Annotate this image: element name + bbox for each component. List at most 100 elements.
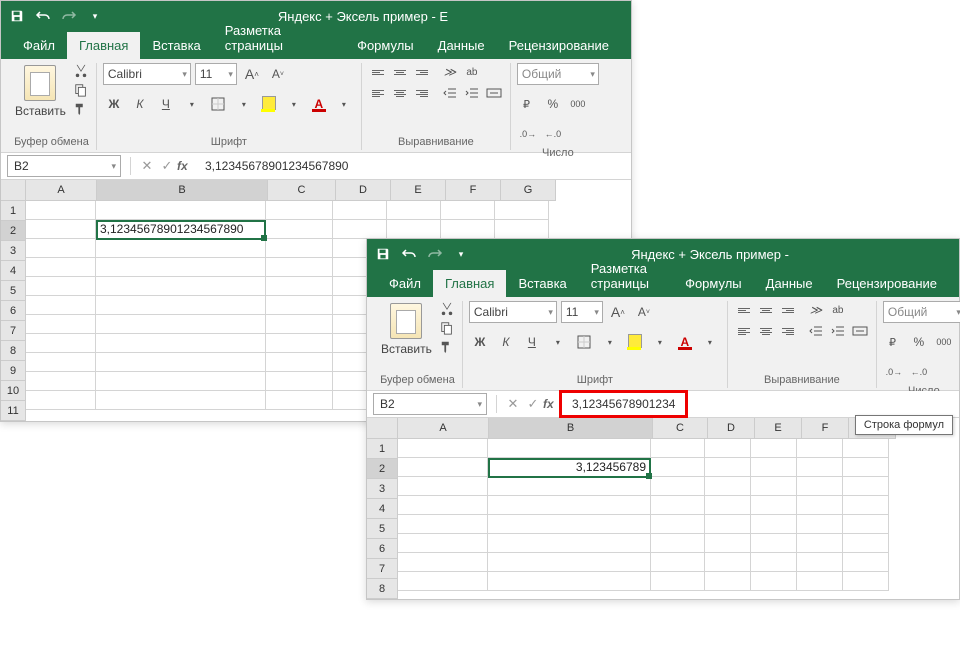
cell[interactable] <box>266 296 333 315</box>
cell[interactable] <box>705 553 751 572</box>
format-painter-icon[interactable] <box>72 101 90 117</box>
orientation-icon[interactable]: ≫ <box>440 63 460 81</box>
align-middle-icon[interactable] <box>756 301 776 319</box>
cell[interactable] <box>96 277 266 296</box>
cell[interactable] <box>705 572 751 591</box>
cell[interactable] <box>398 458 488 477</box>
col-header[interactable]: B <box>97 180 268 201</box>
cell[interactable] <box>387 201 441 220</box>
grow-font-icon[interactable]: A˄ <box>607 301 629 323</box>
tab-insert[interactable]: Вставка <box>506 270 578 297</box>
row-header[interactable]: 6 <box>367 539 398 559</box>
cell[interactable] <box>333 201 387 220</box>
save-icon[interactable] <box>9 8 25 24</box>
cell[interactable] <box>488 553 651 572</box>
cell[interactable] <box>26 353 96 372</box>
cell[interactable] <box>96 258 266 277</box>
cell[interactable] <box>441 220 495 239</box>
cell[interactable] <box>843 553 889 572</box>
cell[interactable] <box>843 496 889 515</box>
cell[interactable] <box>441 201 495 220</box>
undo-icon[interactable] <box>35 8 51 24</box>
col-header[interactable]: D <box>708 418 755 439</box>
cell[interactable] <box>705 515 751 534</box>
undo-icon[interactable] <box>401 246 417 262</box>
cell[interactable] <box>398 534 488 553</box>
cell[interactable] <box>651 496 705 515</box>
cell[interactable] <box>751 496 797 515</box>
enter-icon[interactable]: ✓ <box>523 396 543 412</box>
row-header[interactable]: 1 <box>367 439 398 459</box>
cell[interactable] <box>26 277 96 296</box>
cell[interactable] <box>751 477 797 496</box>
cell[interactable] <box>398 496 488 515</box>
row-header[interactable]: 11 <box>1 401 26 421</box>
cell[interactable] <box>96 201 266 220</box>
border-dropdown-icon[interactable]: ▾ <box>599 331 621 353</box>
cell[interactable] <box>266 258 333 277</box>
cell[interactable] <box>651 458 705 477</box>
tab-formulas[interactable]: Формулы <box>673 270 754 297</box>
cell[interactable] <box>651 439 705 458</box>
align-left-icon[interactable] <box>368 84 388 102</box>
cut-icon[interactable] <box>72 63 90 79</box>
fill-color-icon[interactable] <box>625 332 645 352</box>
tab-review[interactable]: Рецензирование <box>825 270 949 297</box>
align-center-icon[interactable] <box>756 322 776 340</box>
font-color-icon[interactable]: A <box>309 94 329 114</box>
col-header[interactable]: G <box>501 180 556 201</box>
cell[interactable] <box>705 496 751 515</box>
cell[interactable] <box>398 572 488 591</box>
col-header[interactable]: C <box>653 418 708 439</box>
align-left-icon[interactable] <box>734 322 754 340</box>
shrink-font-icon[interactable]: A˅ <box>267 63 289 85</box>
copy-icon[interactable] <box>72 82 90 98</box>
fx-icon[interactable]: fx <box>177 159 197 173</box>
formula-input[interactable]: 3,12345678901234567890 <box>197 153 631 179</box>
bold-button[interactable]: Ж <box>469 331 491 353</box>
save-icon[interactable] <box>375 246 391 262</box>
increase-indent-icon[interactable] <box>828 322 848 340</box>
col-header[interactable]: D <box>336 180 391 201</box>
row-header[interactable]: 7 <box>1 321 26 341</box>
align-top-icon[interactable] <box>368 63 388 81</box>
decrease-decimal-icon[interactable]: ←.0 <box>542 123 564 145</box>
percent-icon[interactable]: % <box>908 331 930 353</box>
cell[interactable] <box>797 439 843 458</box>
border-icon[interactable] <box>207 93 229 115</box>
cell[interactable] <box>266 372 333 391</box>
align-center-icon[interactable] <box>390 84 410 102</box>
align-middle-icon[interactable] <box>390 63 410 81</box>
cell[interactable] <box>843 477 889 496</box>
decrease-indent-icon[interactable] <box>806 322 826 340</box>
cell[interactable] <box>797 515 843 534</box>
font-size-select[interactable]: 11 <box>561 301 603 323</box>
cell[interactable] <box>266 277 333 296</box>
cell[interactable] <box>751 515 797 534</box>
tab-formulas[interactable]: Формулы <box>345 32 426 59</box>
fontcolor-dropdown-icon[interactable]: ▾ <box>699 331 721 353</box>
font-name-select[interactable]: Calibri <box>103 63 191 85</box>
cell[interactable] <box>488 477 651 496</box>
name-box[interactable]: B2 <box>7 155 121 177</box>
cell[interactable] <box>495 220 549 239</box>
cell[interactable] <box>488 572 651 591</box>
cell[interactable] <box>843 572 889 591</box>
row-header[interactable]: 5 <box>367 519 398 539</box>
cell[interactable] <box>751 439 797 458</box>
font-size-select[interactable]: 11 <box>195 63 237 85</box>
accounting-icon[interactable]: ₽ <box>883 331 905 353</box>
col-header[interactable]: B <box>489 418 653 439</box>
tab-data[interactable]: Данные <box>754 270 825 297</box>
align-top-icon[interactable] <box>734 301 754 319</box>
cell-b2[interactable]: 3,12345678901234567890 <box>96 220 266 239</box>
italic-button[interactable]: К <box>129 93 151 115</box>
wrap-text-icon[interactable]: ab <box>828 301 848 319</box>
italic-button[interactable]: К <box>495 331 517 353</box>
row-header[interactable]: 1 <box>1 201 26 221</box>
comma-style-icon[interactable]: 000 <box>933 331 955 353</box>
underline-button[interactable]: Ч <box>521 331 543 353</box>
cell[interactable] <box>843 458 889 477</box>
tab-home[interactable]: Главная <box>433 270 506 297</box>
border-dropdown-icon[interactable]: ▾ <box>233 93 255 115</box>
